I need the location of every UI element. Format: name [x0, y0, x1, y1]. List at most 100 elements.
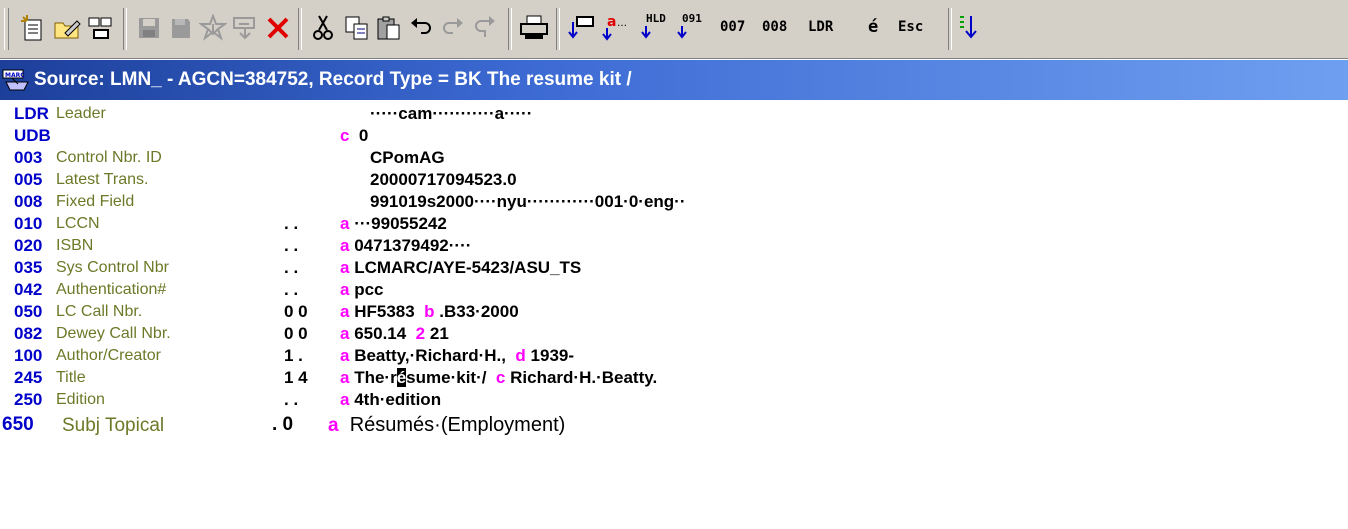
field-data[interactable]: a pcc	[340, 280, 384, 300]
add-field-icon[interactable]	[566, 10, 596, 46]
field-data[interactable]: a Résumés·(Employment)	[328, 414, 565, 437]
subfield-value: .B33·2000	[439, 302, 519, 321]
subfield-value: HF5383	[354, 302, 415, 321]
paste-icon[interactable]	[374, 10, 404, 46]
undo-icon[interactable]	[406, 10, 436, 46]
subfield-value: LCMARC/AYE-5423/ASU_TS	[354, 258, 582, 277]
text-cursor[interactable]: é	[396, 368, 407, 387]
indicators[interactable]: . .	[284, 390, 324, 410]
indicators[interactable]: 1 4	[284, 368, 324, 388]
field-row-100[interactable]: 100 Author/Creator 1 . a Beatty,·Richard…	[14, 346, 1314, 368]
field-data[interactable]: ·····cam···········a·····	[370, 104, 532, 124]
field-data[interactable]: CPomAG	[370, 148, 445, 168]
delete-icon[interactable]	[263, 10, 293, 46]
pending-icon[interactable]	[198, 10, 228, 46]
sort-icon[interactable]	[956, 10, 980, 46]
indicators[interactable]: 0 0	[284, 324, 324, 344]
field-row-650[interactable]: 650 Subj Topical . 0 a Résumés·(Employme…	[2, 414, 1314, 437]
ldr-button[interactable]: LDR	[808, 19, 833, 35]
acute-button[interactable]: é	[868, 17, 878, 37]
copy-icon[interactable]	[342, 10, 372, 46]
field-data[interactable]: a The·résume·kit·/ c Richard·H.·Beatty.	[340, 368, 657, 388]
field-label: LC Call Nbr.	[56, 303, 143, 320]
field-row-020[interactable]: 020 ISBN . . a 0471379492····	[14, 236, 1314, 258]
print-icon[interactable]	[518, 10, 550, 46]
subfield-value: 1939-	[530, 346, 575, 365]
indicators[interactable]: . .	[284, 280, 324, 300]
field-data[interactable]: c 0	[340, 126, 368, 146]
field-tag: 050	[14, 302, 43, 321]
edit-record-icon[interactable]	[52, 10, 82, 46]
subfield-value: 650.14	[354, 324, 407, 343]
field-row-082[interactable]: 082 Dewey Call Nbr. 0 0 a 650.14 2 21	[14, 324, 1314, 346]
field-row-udb[interactable]: UDB c 0	[14, 126, 1314, 148]
field-data[interactable]: 991019s2000····nyu············001·0·eng·…	[370, 192, 686, 212]
field-row-003[interactable]: 003 Control Nbr. ID CPomAG	[14, 148, 1314, 170]
new-record-icon[interactable]	[18, 10, 48, 46]
subfield-value: 0471379492····	[354, 236, 472, 255]
field-row-042[interactable]: 042 Authentication# . . a pcc	[14, 280, 1314, 302]
subfield-value: Beatty,·Richard·H.,	[354, 346, 506, 365]
field-tag: 250	[14, 390, 43, 409]
subfield-value: 4th·edition	[354, 390, 442, 409]
field-row-035[interactable]: 035 Sys Control Nbr . . a LCMARC/AYE-542…	[14, 258, 1314, 280]
field-label: Latest Trans.	[56, 171, 149, 188]
field-data[interactable]: a HF5383 b .B33·2000	[340, 302, 519, 322]
field-label: Title	[56, 369, 86, 386]
field-row-008[interactable]: 008 Fixed Field 991019s2000····nyu······…	[14, 192, 1314, 214]
marc-record-icon: MARC	[2, 68, 32, 92]
field-row-050[interactable]: 050 LC Call Nbr. 0 0 a HF5383 b .B33·200…	[14, 302, 1314, 324]
toolbar-grip[interactable]	[4, 8, 9, 50]
merge-icon[interactable]	[86, 10, 116, 46]
marc-record-editor[interactable]: LDR Leader ·····cam···········a····· UDB…	[2, 104, 1348, 529]
field-label: Leader	[56, 105, 106, 122]
field-data[interactable]: a Beatty,·Richard·H., d 1939-	[340, 346, 574, 366]
subfield-code: a	[340, 258, 350, 277]
field-row-010[interactable]: 010 LCCN . . a ···99055242	[14, 214, 1314, 236]
field-label: Fixed Field	[56, 193, 135, 210]
field-tag: UDB	[14, 126, 51, 145]
subfield-value: Richard·H.·Beatty.	[510, 368, 658, 387]
field-data[interactable]: a LCMARC/AYE-5423/ASU_TS	[340, 258, 581, 278]
field-091-icon[interactable]: 091	[676, 10, 710, 46]
008-button[interactable]: 008	[762, 19, 787, 35]
field-data[interactable]: a 4th·edition	[340, 390, 441, 410]
export-icon[interactable]	[230, 10, 260, 46]
hld-icon[interactable]: HLD	[640, 10, 674, 46]
save-icon[interactable]	[134, 10, 164, 46]
subfield-code: a	[340, 346, 350, 365]
field-data[interactable]: a 650.14 2 21	[340, 324, 449, 344]
field-row-250[interactable]: 250 Edition . . a 4th·edition	[14, 390, 1314, 412]
redo-alt-icon[interactable]	[470, 10, 500, 46]
subfield-code: c	[495, 368, 506, 387]
field-data[interactable]: a 0471379492····	[340, 236, 471, 256]
indicators[interactable]: . .	[284, 258, 324, 278]
esc-button[interactable]: Esc	[898, 19, 923, 35]
toolbar: a… HLD 091 007 008 LDR é Esc	[0, 0, 1348, 59]
record-title: Source: LMN_ - AGCN=384752, Record Type …	[34, 69, 632, 90]
indicators[interactable]: . .	[284, 214, 324, 234]
field-tag: 005	[14, 170, 43, 189]
indicators[interactable]: . .	[284, 236, 324, 256]
cut-icon[interactable]	[308, 10, 338, 46]
field-tag: 042	[14, 280, 43, 299]
field-row-005[interactable]: 005 Latest Trans. 20000717094523.0	[14, 170, 1314, 192]
field-tag: 010	[14, 214, 43, 233]
field-tag: LDR	[14, 104, 49, 123]
add-subfield-icon[interactable]: a…	[600, 10, 634, 46]
record-title-bar: MARC Source: LMN_ - AGCN=384752, Record …	[0, 60, 1348, 100]
indicators[interactable]: 0 0	[284, 302, 324, 322]
subfield-value: ···99055242	[354, 214, 447, 233]
field-tag: 245	[14, 368, 43, 387]
007-button[interactable]: 007	[720, 19, 745, 35]
redo-icon[interactable]	[438, 10, 468, 46]
field-data[interactable]: a ···99055242	[340, 214, 447, 234]
indicators[interactable]: . 0	[272, 414, 312, 436]
field-row-ldr[interactable]: LDR Leader ·····cam···········a·····	[14, 104, 1314, 126]
field-row-245[interactable]: 245 Title 1 4 a The·résume·kit·/ c Richa…	[14, 368, 1314, 390]
save-local-icon[interactable]	[166, 10, 196, 46]
indicators[interactable]: 1 .	[284, 346, 324, 366]
field-tag: 100	[14, 346, 43, 365]
field-tag: 020	[14, 236, 43, 255]
field-data[interactable]: 20000717094523.0	[370, 170, 517, 190]
